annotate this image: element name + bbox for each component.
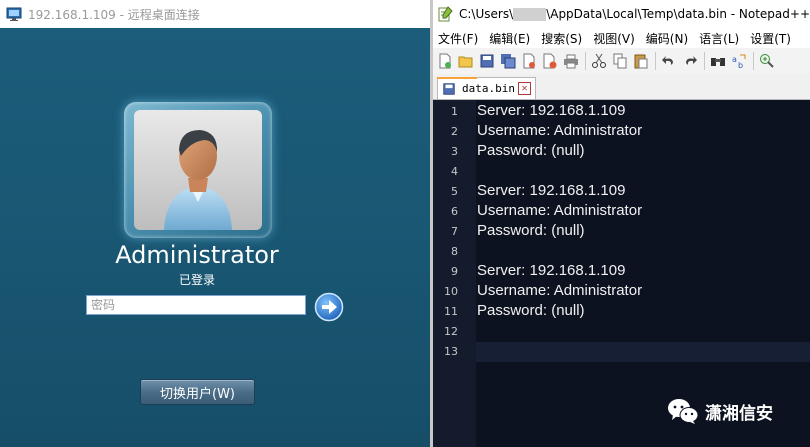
code-line: 10 Username: Administrator [433,282,810,302]
line-text: Password: (null) [477,222,585,239]
find-icon[interactable] [710,53,726,69]
line-number: 12 [444,325,458,338]
rdp-login-screen: Administrator 已登录 切换用户(W) [0,28,430,447]
toolbar-separator [585,52,586,70]
line-number: 4 [451,165,458,178]
close-all-icon[interactable] [542,53,558,69]
line-text: Server: 192.168.1.109 [477,182,626,199]
menu-bar: 文件(F) 编辑(E) 搜索(S) 视图(V) 编码(N) 语言(L) 设置(T… [433,28,810,48]
svg-text:a: a [732,55,737,64]
code-line: 1 Server: 192.168.1.109 [433,102,810,122]
close-file-icon[interactable] [521,53,537,69]
line-number: 5 [451,185,458,198]
wechat-icon [668,399,699,424]
line-text: Password: (null) [477,142,585,159]
line-number: 9 [451,265,458,278]
cut-icon[interactable] [591,53,607,69]
replace-icon[interactable]: ab [731,53,747,69]
password-field[interactable] [86,295,306,315]
line-number: 7 [451,225,458,238]
tab-bar: data.bin ✕ [433,74,810,100]
notepad-app-icon [438,6,453,22]
menu-file[interactable]: 文件(F) [433,30,484,47]
line-number: 13 [444,345,458,358]
notepad-title-path-start: C:\Users\ [459,7,514,21]
watermark-text: 潇湘信安 [705,403,773,424]
toolbar-separator [753,52,754,70]
menu-settings[interactable]: 设置(T) [745,30,797,47]
code-line: 7 Password: (null) [433,222,810,242]
menu-view[interactable]: 视图(V) [588,30,641,47]
editor[interactable]: 1 Server: 192.168.1.109 2 Username: Admini… [433,100,810,447]
copy-icon[interactable] [612,53,628,69]
open-file-icon[interactable] [458,53,474,69]
redo-icon[interactable] [682,53,698,69]
tab-data-bin[interactable]: data.bin ✕ [437,77,536,99]
avatar [134,110,262,230]
svg-text:b: b [738,61,743,69]
line-text: Username: Administrator [477,122,643,139]
remote-desktop-icon [6,7,22,21]
notepad-title-path-end: \AppData\Local\Temp\data.bin - Notepad++ [546,7,810,21]
notepad-title-bar[interactable]: C:\Users\ \AppData\Local\Temp\data.bin -… [433,0,810,28]
line-text: Username: Administrator [477,202,643,219]
zoom-in-icon[interactable] [759,53,775,69]
user-name: Administrator [115,241,279,269]
line-number: 8 [451,245,458,258]
toolbar: ab [433,48,810,74]
line-text: Server: 192.168.1.109 [477,262,626,279]
line-number: 10 [444,285,458,298]
saved-file-icon [443,82,455,95]
user-avatar-frame [124,102,272,238]
submit-arrow-icon[interactable] [314,292,344,322]
menu-edit[interactable]: 编辑(E) [484,30,536,47]
code-line: 11 Password: (null) [433,302,810,322]
new-file-icon[interactable] [437,53,453,69]
code-line: 13 [433,342,810,362]
code-line: 9 Server: 192.168.1.109 [433,262,810,282]
tab-label: data.bin [462,82,515,95]
line-text: Server: 192.168.1.109 [477,102,626,119]
menu-encoding[interactable]: 编码(N) [641,30,694,47]
switch-user-button[interactable]: 切换用户(W) [140,379,255,405]
redacted-username [513,7,547,21]
save-icon[interactable] [479,53,495,69]
line-text: Password: (null) [477,302,585,319]
menu-language[interactable]: 语言(L) [694,30,745,47]
remote-desktop-window: 192.168.1.109 - 远程桌面连接 Administrator 已登录… [0,0,430,447]
undo-icon[interactable] [661,53,677,69]
line-number: 1 [451,105,458,118]
line-number: 6 [451,205,458,218]
close-icon[interactable]: ✕ [517,82,531,95]
paste-icon[interactable] [633,53,649,69]
line-number: 11 [444,305,458,318]
notepad-window: C:\Users\ \AppData\Local\Temp\data.bin -… [433,0,810,447]
code-line: 8 [433,242,810,262]
watermark: 潇湘信安 [667,397,773,425]
code-line: 12 [433,322,810,342]
code-line: 2 Username: Administrator [433,122,810,142]
code-line: 4 [433,162,810,182]
toolbar-separator [704,52,705,70]
rdp-title-bar[interactable]: 192.168.1.109 - 远程桌面连接 [0,0,430,28]
rdp-window-title: 192.168.1.109 - 远程桌面连接 [28,7,200,22]
line-number: 2 [451,125,458,138]
toolbar-separator [655,52,656,70]
code-line: 3 Password: (null) [433,142,810,162]
active-tab-indicator [437,77,477,79]
code-line: 6 Username: Administrator [433,202,810,222]
code-line: 5 Server: 192.168.1.109 [433,182,810,202]
menu-search[interactable]: 搜索(S) [536,30,588,47]
line-number: 3 [451,145,458,158]
line-text: Username: Administrator [477,282,643,299]
user-icon [164,130,232,230]
print-icon[interactable] [563,53,579,69]
save-all-icon[interactable] [500,53,516,69]
user-status: 已登录 [178,273,215,287]
